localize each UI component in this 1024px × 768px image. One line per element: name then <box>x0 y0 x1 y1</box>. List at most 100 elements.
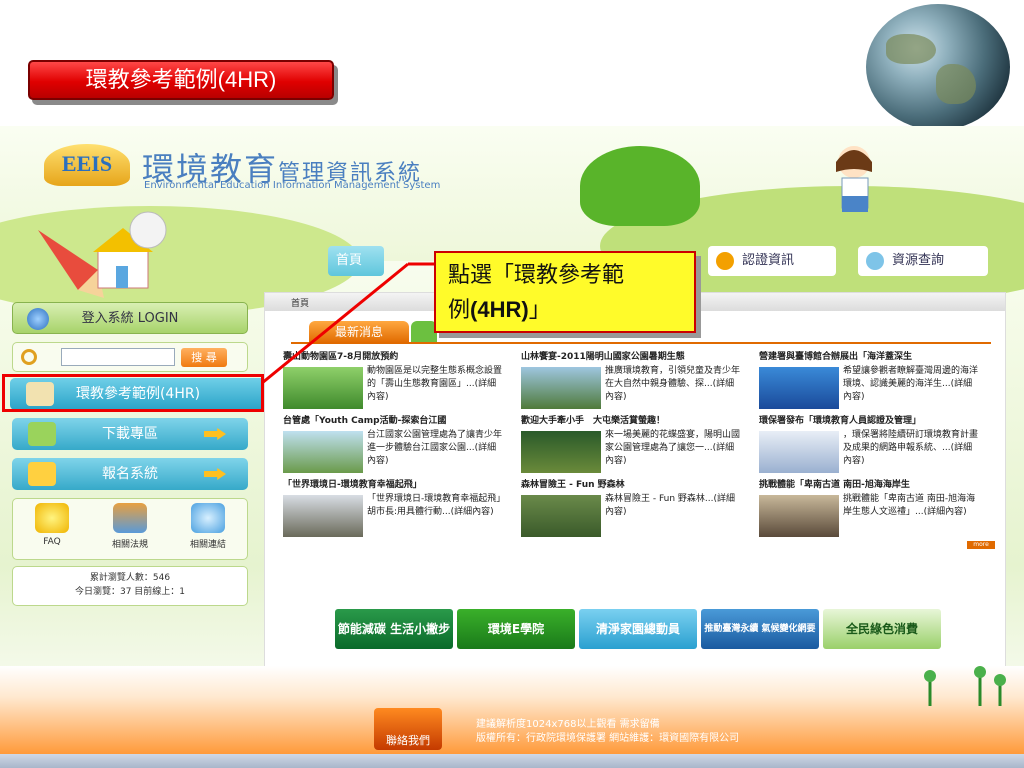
news-title[interactable]: 挑戰體能「卑南古道 南田-旭海海岸生 <box>759 479 979 492</box>
news-title[interactable]: 山林饗宴-2011陽明山國家公園暑期生態 <box>521 351 741 364</box>
news-body: ，環保署將陸續研訂環境教育計畫及成果的網路申報系統、...(詳細內容) <box>843 430 979 466</box>
login-cd-icon <box>27 308 49 330</box>
reference-examples-label: 環教參考範例(4HR) <box>75 386 201 402</box>
news-thumbnail <box>521 495 601 537</box>
footer-line-2: 版權所有：行政院環境保護署 網站維護：環資國際有限公司 <box>476 733 740 744</box>
website-screenshot: EEIS 環境教育管理資訊系統 Environmental Education … <box>0 126 1024 754</box>
footer-line-1: 建議解析度1024x768以上觀看 需求留備 <box>476 719 660 730</box>
quick-link-regulations[interactable]: 相關法規 <box>95 503 165 550</box>
news-thumbnail <box>759 495 839 537</box>
nav-tab-resources-label: 資源查詢 <box>892 253 945 268</box>
globe-image <box>866 4 1010 130</box>
news-thumbnail <box>759 367 839 409</box>
news-title[interactable]: 環保署發布「環境教育人員認證及管理」 <box>759 415 979 428</box>
lightbulb-icon <box>35 503 69 533</box>
news-item[interactable]: 「世界環境日-環境教育幸福起飛」「世界環境日-環境教育幸福起飛」胡市長:用具體行… <box>283 479 503 541</box>
contact-button[interactable]: 聯絡我們 <box>374 708 442 750</box>
registration-label: 報名系統 <box>102 466 158 482</box>
book-icon <box>26 382 54 406</box>
download-label: 下載專區 <box>102 426 158 442</box>
callout-line-2-post: 」 <box>528 298 551 323</box>
download-icon <box>28 422 56 446</box>
news-title[interactable]: 「世界環境日-環境教育幸福起飛」 <box>283 479 503 492</box>
news-item[interactable]: 壽山動物園區7-8月開放預約動物園區是以完整生態系概念設置的「壽山生態教育園區」… <box>283 351 503 413</box>
banner-climate-convention[interactable]: 推動臺灣永續 氣候變化網要公約 <box>701 609 819 649</box>
tab-underline <box>291 342 991 344</box>
search-box: 搜 尋 <box>12 342 248 372</box>
news-thumbnail <box>283 431 363 473</box>
site-subtitle: Environmental Education Information Mana… <box>144 180 441 191</box>
news-thumbnail <box>759 431 839 473</box>
arrow-right-icon <box>204 428 226 440</box>
news-body: 希望讓參觀者瞭解臺灣周邊的海洋環境、認識美麗的海洋生...(詳細內容) <box>843 366 979 402</box>
eeis-logo: EEIS <box>44 144 130 186</box>
reference-examples-button[interactable]: 環教參考範例(4HR) <box>10 378 266 410</box>
more-link[interactable]: more <box>967 541 995 549</box>
pencil-house-illustration <box>38 211 167 298</box>
news-item[interactable]: 森林冒險王 - Fun 野森林森林冒險王 - Fun 野森林...(詳細內容) <box>521 479 741 541</box>
search-button[interactable]: 搜 尋 <box>181 348 227 367</box>
news-body: 「世界環境日-環境教育幸福起飛」胡市長:用具體行動...(詳細內容) <box>367 494 501 517</box>
login-button-label: 登入系統 LOGIN <box>81 311 179 326</box>
news-body: 來一場美麗的花蝶盛宴，陽明山國家公園管理處為了讓您一...(詳細內容) <box>605 430 741 466</box>
slide-title: 環教參考範例(4HR) <box>28 60 334 100</box>
callout-line-2: 例(4HR)」 <box>448 293 682 328</box>
visits-today: 今日瀏覽：37 目前線上：1 <box>74 587 186 597</box>
quick-link-links[interactable]: 相關連結 <box>173 503 243 550</box>
quick-link-label: 相關連結 <box>189 540 226 550</box>
banner-environment-academy[interactable]: 環境E學院 <box>457 609 575 649</box>
news-thumbnail <box>521 431 601 473</box>
certification-icon <box>716 251 734 270</box>
news-item[interactable]: 台管處「Youth Camp活動-探索台江國台江國家公園管理處為了讓青少年進一步… <box>283 415 503 477</box>
girl-illustration <box>836 146 872 212</box>
news-body: 推廣環境教育，引領兒童及青少年在大自然中親身體驗、探...(詳細內容) <box>605 366 741 402</box>
news-title[interactable]: 森林冒險王 - Fun 野森林 <box>521 479 741 492</box>
nav-tab-home[interactable]: 首頁 <box>328 246 384 276</box>
banner-energy-saving[interactable]: 節能減碳 生活小撇步 <box>335 609 453 649</box>
download-button[interactable]: 下載專區 <box>12 418 248 450</box>
callout-line-2-bold: (4HR) <box>470 297 529 322</box>
news-item[interactable]: 山林饗宴-2011陽明山國家公園暑期生態推廣環境教育，引領兒童及青少年在大自然中… <box>521 351 741 413</box>
news-body: 台江國家公園管理處為了讓青少年進一步體驗台江國家公園...(詳細內容) <box>367 430 503 466</box>
news-title[interactable]: 營建署與臺博館合辦展出「海洋蓋深生 <box>759 351 979 364</box>
sprout-decoration-icon <box>924 666 1006 706</box>
resources-search-icon <box>866 251 884 270</box>
callout-line-1: 點選「環教參考範 <box>448 263 625 288</box>
tab-latest-news[interactable]: 最新消息 <box>309 321 409 343</box>
quick-link-faq[interactable]: FAQ <box>17 503 87 547</box>
registration-button[interactable]: 報名系統 <box>12 458 248 490</box>
quick-link-label: 相關法規 <box>111 540 148 550</box>
search-input[interactable] <box>61 348 175 366</box>
satellite-dish-icon <box>191 503 225 533</box>
site-header: EEIS 環境教育管理資訊系統 Environmental Education … <box>0 126 1024 316</box>
bottom-scrollbar[interactable] <box>0 754 1024 768</box>
slide: 環教參考範例(4HR) EEIS 環境教育管理資訊系統 Environmenta… <box>0 0 1024 768</box>
news-item[interactable]: 環保署發布「環境教育人員認證及管理」 ，環保署將陸續研訂環境教育計畫及成果的網路申… <box>759 415 979 477</box>
login-button[interactable]: 登入系統 LOGIN <box>12 302 248 334</box>
news-title[interactable]: 歡迎大手牽小手 大屯樂活賞螢趣！ <box>521 415 741 428</box>
news-body: 挑戰體能「卑南古道 南田-旭海海岸生態人文巡禮」...(詳細內容) <box>843 494 976 517</box>
news-thumbnail <box>283 495 363 537</box>
visit-counter: 累計瀏覽人數：546 今日瀏覽：37 目前線上：1 <box>12 566 248 606</box>
footer-text: 建議解析度1024x768以上觀看 需求留備 版權所有：行政院環境保護署 網站維… <box>476 718 739 746</box>
news-title[interactable]: 壽山動物園區7-8月開放預約 <box>283 351 503 364</box>
news-item[interactable]: 營建署與臺博館合辦展出「海洋蓋深生希望讓參觀者瞭解臺灣周邊的海洋環境、認識美麗的… <box>759 351 979 413</box>
news-item[interactable]: 歡迎大手牽小手 大屯樂活賞螢趣！ 來一場美麗的花蝶盛宴，陽明山國家公園管理處為了讓… <box>521 415 741 477</box>
news-thumbnail <box>283 367 363 409</box>
nav-tab-resources[interactable]: 資源查詢 <box>858 246 988 276</box>
news-body: 動物園區是以完整生態系概念設置的「壽山生態教育園區」...(詳細內容) <box>367 366 503 402</box>
quick-links: FAQ 相關法規 相關連結 <box>12 498 248 560</box>
news-body: 森林冒險王 - Fun 野森林...(詳細內容) <box>605 494 736 517</box>
news-thumbnail <box>521 367 601 409</box>
banner-clean-home[interactable]: 清淨家園總動員 <box>579 609 697 649</box>
search-icon <box>21 349 37 365</box>
banner-green-consumption[interactable]: 全民綠色消費 <box>823 609 941 649</box>
arrow-right-icon <box>204 468 226 480</box>
callout-line-2-pre: 例 <box>448 298 471 323</box>
news-title[interactable]: 台管處「Youth Camp活動-探索台江國 <box>283 415 503 428</box>
books-icon <box>113 503 147 533</box>
main-content: 首頁 最新消息 壽山動物園區7-8月開放預約 動物園區是以完整生態系概念設置的「壽… <box>264 292 1006 668</box>
news-item[interactable]: 挑戰體能「卑南古道 南田-旭海海岸生挑戰體能「卑南古道 南田-旭海海岸生態人文巡… <box>759 479 979 541</box>
quick-link-label: FAQ <box>43 537 61 547</box>
nav-tab-certification[interactable]: 認證資訊 <box>708 246 836 276</box>
